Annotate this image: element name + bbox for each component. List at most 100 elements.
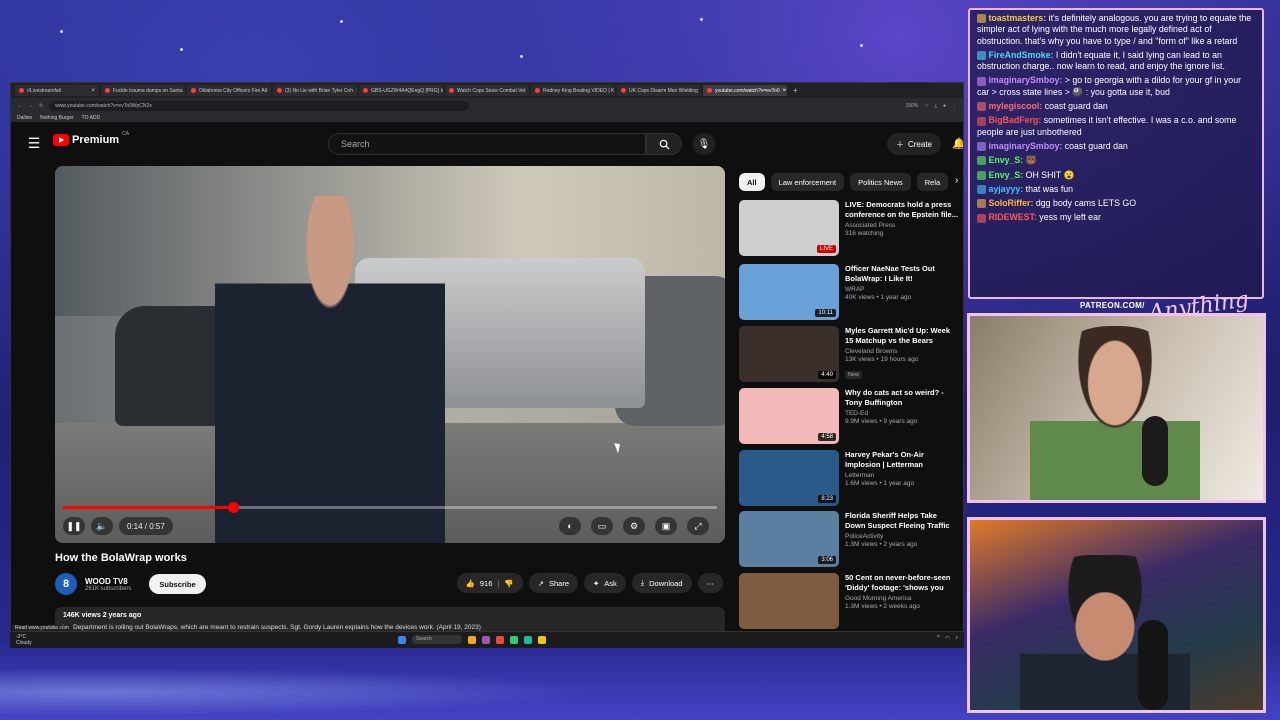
browser-tab[interactable]: (3) No Lie with Brian Tyler Coh× xyxy=(273,85,357,96)
chat-username[interactable]: SoloRiffer: xyxy=(988,198,1033,208)
video-player[interactable]: ❚❚ 🔈 0:14 / 0:57 ◐ ▭ ⚙ ▣ ⤢ xyxy=(55,166,725,543)
bookmark-nothing-burger[interactable]: Nothing Burger xyxy=(40,115,74,121)
create-button[interactable]: ＋ Create xyxy=(887,133,941,155)
recommendation-channel[interactable]: Cleveland Browns xyxy=(845,348,959,355)
recommendation-item[interactable]: 4:58 Why do cats act so weird? - Tony Buf… xyxy=(739,388,959,446)
captions-icon[interactable]: ▭ xyxy=(591,517,613,535)
filter-chip[interactable]: Law enforcement xyxy=(770,173,845,191)
chips-next-icon[interactable]: › xyxy=(955,175,958,186)
recommendation-title[interactable]: Officer NaeNae Tests Out BolaWrap: I Lik… xyxy=(845,264,959,284)
youtube-logo[interactable]: Premium CA xyxy=(53,131,129,146)
recommendation-title[interactable]: LIVE: Democrats hold a press conference … xyxy=(845,200,959,220)
browser-tab[interactable]: Rodney King Beating VIDEO | K × xyxy=(531,85,615,96)
profile-icon[interactable]: ● xyxy=(943,103,946,109)
chat-username[interactable]: ayjayyy: xyxy=(988,184,1023,194)
like-button[interactable]: 👍 916 | 👎 xyxy=(456,573,523,593)
close-icon[interactable]: × xyxy=(528,88,529,94)
browser-icon[interactable] xyxy=(496,635,504,644)
recommendation-title[interactable]: Harvey Pekar's On-Air Implosion | Letter… xyxy=(845,450,959,470)
recommendation-title[interactable]: Why do cats act so weird? - Tony Buffing… xyxy=(845,388,959,408)
zoom-level[interactable]: 150% xyxy=(905,103,918,109)
reload-icon[interactable]: ↻ xyxy=(39,103,43,109)
app-icon[interactable] xyxy=(524,635,532,644)
chat-username[interactable]: imaginarySmboy: xyxy=(988,75,1062,85)
volume-button[interactable]: 🔈 xyxy=(91,517,113,535)
chat-username[interactable]: Envy_S: xyxy=(988,155,1023,165)
recommendation-title[interactable]: 50 Cent on never-before-seen 'Diddy' foo… xyxy=(845,573,959,593)
recommendation-title[interactable]: Myles Garrett Mic'd Up: Week 15 Matchup … xyxy=(845,326,959,346)
video-thumbnail[interactable]: 8:23 xyxy=(739,450,839,506)
channel-name[interactable]: WOOD TV8 xyxy=(85,577,131,586)
new-tab-icon[interactable]: + xyxy=(793,86,798,95)
video-thumbnail[interactable]: 3:06 xyxy=(739,511,839,567)
download-button[interactable]: ⤓ Download xyxy=(631,573,692,593)
back-icon[interactable]: ← xyxy=(17,103,22,109)
forward-icon[interactable]: → xyxy=(28,103,33,109)
taskbar-search[interactable]: Search xyxy=(412,635,462,644)
recommendation-channel[interactable]: Associated Press xyxy=(845,222,959,229)
recommendation-channel[interactable]: Good Morning America xyxy=(845,595,959,602)
browser-tab[interactable]: Fuckle trauma dumps on Santa× xyxy=(101,85,185,96)
chat-username[interactable]: FireAndSmoke: xyxy=(988,50,1053,60)
ask-button[interactable]: ✦ Ask xyxy=(584,573,626,593)
recommendation-item[interactable]: 8:23 Harvey Pekar's On-Air Implosion | Le… xyxy=(739,450,959,508)
miniplayer-icon[interactable]: ▣ xyxy=(655,517,677,535)
search-input[interactable]: Search xyxy=(328,133,646,155)
close-icon[interactable]: × xyxy=(270,88,271,94)
progress-bar[interactable] xyxy=(63,502,717,513)
file-explorer-icon[interactable] xyxy=(468,635,476,644)
recommendation-channel[interactable]: Letterman xyxy=(845,472,959,479)
recommendation-title[interactable]: Florida Sheriff Helps Take Down Suspect … xyxy=(845,511,959,531)
close-icon[interactable]: × xyxy=(356,88,357,94)
chat-username[interactable]: BigBadFerg: xyxy=(988,115,1041,125)
browser-tab[interactable]: youtube.com/watch?v=evTo0 × xyxy=(703,85,787,96)
video-thumbnail[interactable]: 4:40 xyxy=(739,326,839,382)
filter-chip[interactable]: All xyxy=(739,173,765,191)
browser-tab[interactable]: r/Livestreamfail × xyxy=(15,85,99,96)
recommendation-channel[interactable]: WRAP xyxy=(845,286,959,293)
chat-username[interactable]: RIDEWEST: xyxy=(988,212,1036,222)
recommendation-channel[interactable]: PoliceActivity xyxy=(845,533,959,540)
chat-username[interactable]: Envy_S: xyxy=(988,170,1023,180)
address-bar[interactable]: www.youtube.com/watch?v=evTo0WpCN2e xyxy=(49,100,470,111)
search-button[interactable] xyxy=(646,133,682,155)
filter-chip[interactable]: Politics News xyxy=(850,173,911,191)
share-button[interactable]: ↗ Share xyxy=(528,573,578,593)
thumbs-down-icon[interactable]: 👎 xyxy=(504,579,513,588)
pause-button[interactable]: ❚❚ xyxy=(63,517,85,535)
browser-tab[interactable]: UK Cops Disarm Man Wielding× xyxy=(617,85,701,96)
windows-start-icon[interactable] xyxy=(398,635,406,644)
app-icon[interactable] xyxy=(538,635,546,644)
chevron-up-icon[interactable]: ^ xyxy=(937,635,940,642)
star-icon[interactable]: ☆ xyxy=(924,103,928,109)
more-actions-button[interactable]: ⋯ xyxy=(697,573,723,593)
sound-icon[interactable]: ♪ xyxy=(955,635,958,642)
video-thumbnail[interactable] xyxy=(739,573,839,629)
recommendation-channel[interactable]: TED-Ed xyxy=(845,410,959,417)
browser-tab[interactable]: GBS-UGZW4A4QEngQ [PRG] In × xyxy=(359,85,443,96)
network-icon[interactable]: ◠ xyxy=(945,635,950,642)
progress-knob[interactable] xyxy=(228,502,240,513)
settings-gear-icon[interactable]: ⚙ xyxy=(623,517,645,535)
close-icon[interactable]: × xyxy=(783,88,787,94)
video-thumbnail[interactable]: 10:11 xyxy=(739,264,839,320)
notifications-bell-icon[interactable]: 🔔 xyxy=(952,137,963,150)
recommendation-item[interactable]: 3:06 Florida Sheriff Helps Take Down Susp… xyxy=(739,511,959,569)
app-icon[interactable] xyxy=(510,635,518,644)
fullscreen-icon[interactable]: ⤢ xyxy=(687,517,709,535)
menu-dots-icon[interactable]: ⋮ xyxy=(952,103,957,109)
download-icon[interactable]: ⤓ xyxy=(935,103,937,109)
app-icon[interactable] xyxy=(482,635,490,644)
bookmark-dailies[interactable]: Dailies xyxy=(17,115,32,121)
channel-avatar[interactable]: 8 xyxy=(55,573,77,595)
bookmark-to-add[interactable]: TO ADD xyxy=(82,115,101,121)
recommendation-item[interactable]: LIVE LIVE: Democrats hold a press confere… xyxy=(739,200,959,258)
subscribe-button[interactable]: Subscribe xyxy=(149,574,206,594)
recommendation-item[interactable]: 10:11 Officer NaeNae Tests Out BolaWrap: … xyxy=(739,264,959,322)
chat-username[interactable]: imaginarySmboy: xyxy=(988,141,1062,151)
video-thumbnail[interactable]: 4:58 xyxy=(739,388,839,444)
video-thumbnail[interactable]: LIVE xyxy=(739,200,839,256)
autoplay-toggle[interactable]: ◐ xyxy=(559,517,581,535)
browser-tab[interactable]: Watch Cops Seize Combat Vet× xyxy=(445,85,529,96)
close-icon[interactable]: × xyxy=(91,88,95,94)
